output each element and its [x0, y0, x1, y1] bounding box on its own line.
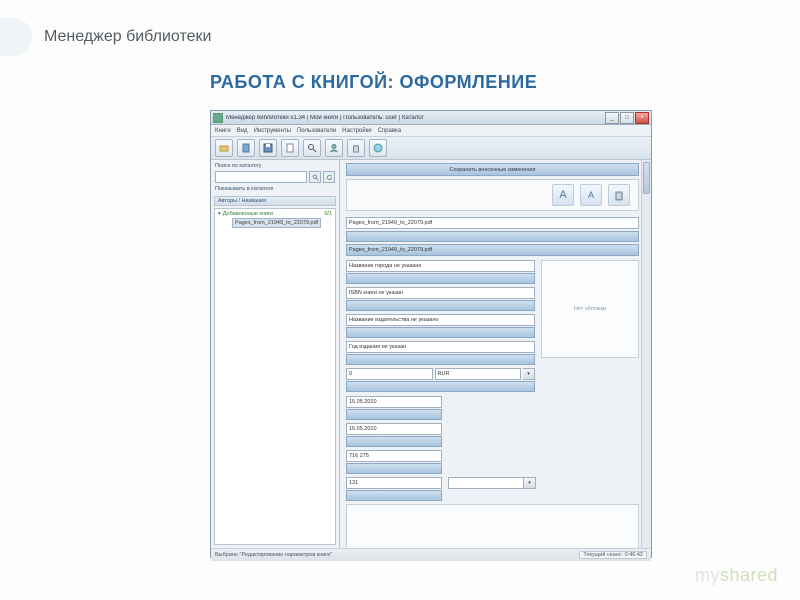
catalog-tree[interactable]: ▾ Добавленные книги 0/1 Pages_from_21949…	[214, 208, 336, 545]
toolbar: ?	[211, 137, 651, 160]
num1-label-strip	[346, 463, 442, 474]
window-title: Менеджер библиотеки v1.34 | Мои книги | …	[226, 115, 602, 121]
status-left: Выбрано "Редактирование параметров книги…	[215, 552, 332, 558]
date2-label-strip	[346, 436, 442, 447]
menu-view[interactable]: Вид	[237, 128, 248, 134]
isbn-label-strip	[346, 300, 535, 311]
search-input[interactable]	[215, 171, 307, 183]
city-label-strip	[346, 273, 535, 284]
description-box[interactable]	[346, 504, 639, 548]
menu-help[interactable]: Справка	[378, 128, 402, 134]
save-header-strip[interactable]: Сохранить внесенные изменения	[346, 163, 639, 176]
brand-highlight: shared	[720, 565, 778, 585]
tree-leaf-row[interactable]: Pages_from_21949_to_22079.pdf	[215, 218, 335, 229]
app-body: Поиск по каталогу Показывать в каталоге …	[211, 160, 651, 548]
main-scrollbar[interactable]	[641, 160, 651, 548]
tree-expand-icon[interactable]: ▾	[218, 211, 221, 217]
minimize-button[interactable]: _	[605, 112, 619, 124]
scroll-thumb[interactable]	[643, 162, 650, 194]
menubar: Книги Вид Инструменты Пользователи Настр…	[211, 125, 651, 137]
price-label-strip	[346, 381, 535, 392]
num1-input[interactable]: 716 275	[346, 450, 442, 462]
icon-shelf: A A	[346, 179, 639, 211]
tree-root-count: 0/1	[324, 211, 332, 217]
date1-input[interactable]: 15.05.2010	[346, 396, 442, 408]
status-session: Текущий сеанс: 0:46:42	[579, 551, 647, 559]
brand-watermark: myshared	[695, 565, 778, 586]
search-row	[211, 171, 339, 186]
isbn-input[interactable]: ISBN книги не указан	[346, 287, 535, 299]
publisher-label-strip	[346, 327, 535, 338]
publisher-input[interactable]: Название издательства не указано	[346, 314, 535, 326]
toolbar-page-icon[interactable]	[281, 139, 299, 157]
menu-settings[interactable]: Настройки	[342, 128, 371, 134]
date2-input[interactable]: 15.05.2010	[346, 423, 442, 435]
num2-input[interactable]: 131	[346, 477, 442, 489]
menu-users[interactable]: Пользователи	[297, 128, 336, 134]
toolbar-book-icon[interactable]	[237, 139, 255, 157]
authors-title-header[interactable]: Авторы / Названия	[214, 196, 336, 206]
slide-decor	[0, 18, 32, 56]
year-label-strip	[346, 354, 535, 365]
num2-label-strip	[346, 490, 442, 501]
tree-root-row[interactable]: ▾ Добавленные книги 0/1	[215, 209, 335, 218]
maximize-button[interactable]: □	[620, 112, 634, 124]
tree-leaf-label: Pages_from_21949_to_22079.pdf	[232, 218, 321, 228]
toolbar-help-icon[interactable]: ?	[369, 139, 387, 157]
currency-dropdown-icon[interactable]: ▾	[523, 368, 535, 380]
extra-dropdown-icon[interactable]: ▾	[524, 477, 536, 489]
brand-plain: my	[695, 565, 720, 585]
app-window: Менеджер библиотеки v1.34 | Мои книги | …	[210, 110, 652, 558]
filename-input[interactable]: Pages_from_21949_to_22079.pdf	[346, 217, 639, 229]
menu-books[interactable]: Книги	[215, 128, 231, 134]
titlebar[interactable]: Менеджер библиотеки v1.34 | Мои книги | …	[211, 111, 651, 125]
year-input[interactable]: Год издания не указан	[346, 341, 535, 353]
date1-label-strip	[346, 409, 442, 420]
search-group-label: Поиск по каталогу	[211, 160, 339, 171]
search-refresh-icon[interactable]	[323, 171, 335, 183]
toolbar-find-icon[interactable]	[303, 139, 321, 157]
toolbar-delete-icon[interactable]	[347, 139, 365, 157]
city-input[interactable]: Название города не указано	[346, 260, 535, 272]
font-bigger-icon[interactable]: A	[552, 184, 574, 206]
slide-subtitle: Менеджер библиотеки	[44, 28, 211, 46]
toolbar-user-icon[interactable]	[325, 139, 343, 157]
currency-display: RUR	[435, 368, 522, 380]
font-smaller-icon[interactable]: A	[580, 184, 602, 206]
tree-root-label: Добавленные книги	[223, 211, 273, 217]
show-in-catalog-label: Показывать в каталоге	[211, 186, 339, 194]
slide-title: РАБОТА С КНИГОЙ: ОФОРМЛЕНИЕ	[210, 72, 537, 93]
close-button[interactable]: ×	[635, 112, 649, 124]
shelf-delete-icon[interactable]	[608, 184, 630, 206]
price-input[interactable]: 0	[346, 368, 433, 380]
search-go-icon[interactable]	[309, 171, 321, 183]
main-panel: Сохранить внесенные изменения A A Pages_…	[340, 160, 651, 548]
statusbar: Выбрано "Редактирование параметров книги…	[211, 548, 651, 561]
extra-dropdown-input[interactable]	[448, 477, 524, 489]
filename2-readonly: Pages_from_21949_to_22079.pdf	[346, 244, 639, 256]
app-icon	[213, 113, 223, 123]
filename-label-strip	[346, 231, 639, 242]
sidebar: Поиск по каталогу Показывать в каталоге …	[211, 160, 340, 548]
menu-tools[interactable]: Инструменты	[254, 128, 291, 134]
window-controls: _ □ ×	[605, 112, 649, 124]
toolbar-save-icon[interactable]	[259, 139, 277, 157]
cover-placeholder[interactable]: Нет обложки	[541, 260, 639, 358]
svg-text:?: ?	[377, 146, 380, 152]
save-header-label: Сохранить внесенные изменения	[450, 167, 536, 173]
toolbar-open-icon[interactable]	[215, 139, 233, 157]
